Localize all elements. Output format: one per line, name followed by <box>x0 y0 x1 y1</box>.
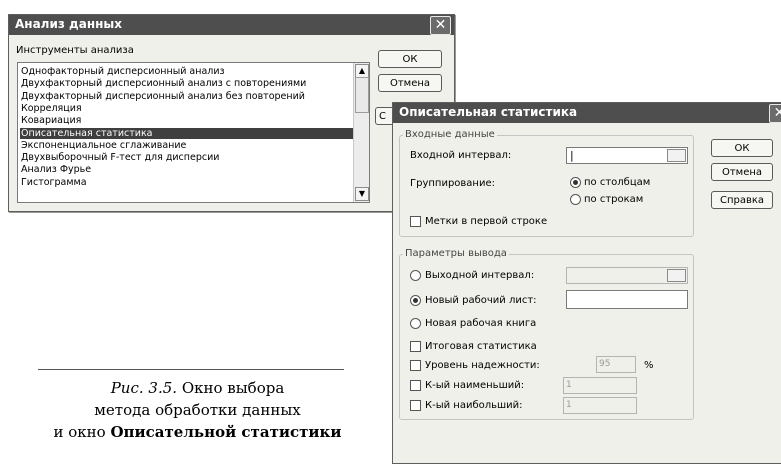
list-item[interactable]: Двухвыборочный F-тест для дисперсии <box>20 152 353 163</box>
analysis-dialog-titlebar[interactable]: Анализ данных ✕ <box>9 15 454 35</box>
ok-button[interactable]: ОК <box>711 139 773 157</box>
output-range-label: Выходной интервал: <box>425 270 535 281</box>
radio-by-rows[interactable] <box>570 194 581 205</box>
kth-smallest-label: К-ый наименьший: <box>425 380 525 391</box>
help-button[interactable]: Справка <box>711 191 773 209</box>
listbox-scrollbar[interactable]: ▲ ▼ <box>353 63 369 202</box>
radio-new-sheet[interactable] <box>410 295 421 306</box>
new-sheet-label: Новый рабочий лист: <box>425 295 537 306</box>
close-icon[interactable]: ✕ <box>430 16 451 35</box>
figure-caption: Рис. 3.5. Окно выбора <box>10 378 385 398</box>
scroll-thumb[interactable] <box>355 77 369 113</box>
kth-smallest-value: 1 <box>566 380 572 390</box>
cancel-button[interactable]: Отмена <box>711 163 773 181</box>
help-button-label: С <box>379 111 386 122</box>
kth-largest-label: К-ый наибольший: <box>425 400 523 411</box>
radio-by-columns[interactable] <box>570 177 581 188</box>
tools-label: Инструменты анализа <box>16 45 134 56</box>
analysis-dialog-title: Анализ данных <box>15 17 122 31</box>
cancel-button[interactable]: Отмена <box>378 74 442 92</box>
list-item[interactable]: Однофакторный дисперсионный анализ <box>20 66 353 77</box>
new-sheet-field[interactable] <box>566 290 688 309</box>
by-rows-label: по строкам <box>584 194 644 205</box>
caption-prefix: Рис. 3.5. <box>110 379 178 397</box>
by-columns-label: по столбцам <box>584 177 651 188</box>
list-item[interactable]: Двухфакторный дисперсионный анализ без п… <box>20 91 353 102</box>
descriptive-stats-dialog: Описательная статистика ✕ Входные данные… <box>392 102 781 464</box>
caption-line3-start: и окно <box>53 423 111 441</box>
ok-button[interactable]: ОК <box>378 50 442 68</box>
input-range-field[interactable]: | <box>566 147 688 164</box>
list-item[interactable]: Двухфакторный дисперсионный анализ с пов… <box>20 78 353 89</box>
confidence-level-value: 95 <box>599 359 611 369</box>
list-item[interactable]: Экспоненциальное сглаживание <box>20 140 353 151</box>
caption-line3: и окно Описательной статистики <box>10 422 385 442</box>
caption-rule <box>38 369 344 370</box>
output-group-legend: Параметры вывода <box>403 248 509 260</box>
input-range-label: Входной интервал: <box>410 150 512 161</box>
descriptive-stats-title: Описательная статистика <box>399 105 578 119</box>
input-range-value: | <box>570 149 574 162</box>
list-item[interactable]: Ковариация <box>20 115 353 126</box>
range-select-icon[interactable] <box>667 149 686 162</box>
kth-smallest-field[interactable]: 1 <box>563 377 637 394</box>
caption-line2: метода обработки данных <box>94 401 301 419</box>
list-item[interactable]: Описательная статистика <box>20 127 353 139</box>
labels-first-row-label: Метки в первой строке <box>425 216 548 227</box>
summary-stats-label: Итоговая статистика <box>425 341 537 352</box>
list-item[interactable]: Гистограмма <box>20 177 353 188</box>
scroll-up-icon[interactable]: ▲ <box>355 64 369 78</box>
summary-stats-checkbox[interactable] <box>410 341 421 352</box>
kth-smallest-checkbox[interactable] <box>410 380 421 391</box>
percent-sign: % <box>644 360 654 371</box>
kth-largest-field[interactable]: 1 <box>563 397 637 414</box>
input-group-legend: Входные данные <box>403 129 497 141</box>
caption-line3-bold: Описательной статистики <box>110 423 342 441</box>
range-select-icon[interactable] <box>667 269 686 282</box>
new-book-label: Новая рабочая книга <box>425 318 537 329</box>
kth-largest-checkbox[interactable] <box>410 400 421 411</box>
confidence-level-field[interactable]: 95 <box>596 356 636 373</box>
list-item[interactable]: Корреляция <box>20 103 353 114</box>
grouping-label: Группирование: <box>410 178 495 189</box>
caption-line1: Окно выбора <box>177 379 285 397</box>
confidence-level-label: Уровень надежности: <box>425 360 540 371</box>
analysis-dialog: Анализ данных ✕ Инструменты анализа Одно… <box>8 14 455 212</box>
output-range-field[interactable] <box>566 267 688 284</box>
descriptive-stats-titlebar[interactable]: Описательная статистика ✕ <box>393 103 781 123</box>
radio-new-book[interactable] <box>410 318 421 329</box>
close-icon[interactable]: ✕ <box>769 104 781 123</box>
kth-largest-value: 1 <box>566 400 572 410</box>
list-item[interactable]: Анализ Фурье <box>20 164 353 175</box>
tools-listbox[interactable]: Однофакторный дисперсионный анализ Двухфа… <box>17 62 370 203</box>
confidence-level-checkbox[interactable] <box>410 360 421 371</box>
scroll-down-icon[interactable]: ▼ <box>355 187 369 201</box>
labels-first-row-checkbox[interactable] <box>410 216 421 227</box>
radio-output-range[interactable] <box>410 270 421 281</box>
